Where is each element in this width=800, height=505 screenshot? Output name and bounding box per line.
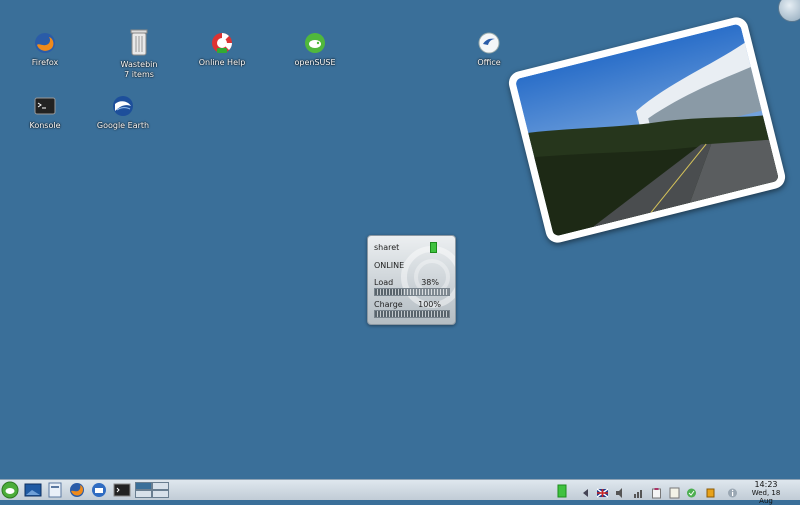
trash-icon xyxy=(127,27,151,57)
tray-expand-arrow-icon[interactable] xyxy=(580,484,591,497)
taskbar: 14:23 Wed, 18 Aug xyxy=(0,479,800,505)
firefox-icon xyxy=(33,31,57,55)
desktop-icon-opensuse[interactable]: openSUSE xyxy=(280,31,350,68)
show-desktop-icon[interactable] xyxy=(24,482,42,498)
kickoff-launcher-icon[interactable] xyxy=(1,481,19,499)
terminal-icon xyxy=(33,94,57,118)
info-icon[interactable] xyxy=(727,484,738,498)
desktop-icon-label: Office xyxy=(477,58,501,67)
desktop-icon-label: Firefox xyxy=(31,58,59,67)
desktop-icon-label: openSUSE xyxy=(294,58,336,67)
desktop-icon-online-help[interactable]: Online Help xyxy=(187,31,257,68)
desktop-toolbox-button[interactable] xyxy=(778,0,800,22)
clipboard-icon[interactable] xyxy=(651,484,662,499)
wastebin-item-count: 7 items xyxy=(124,70,154,79)
desktop-icon-label: Online Help xyxy=(198,58,246,67)
battery-tray-icon[interactable] xyxy=(557,483,567,498)
picture-frame-widget[interactable] xyxy=(506,14,788,246)
volume-icon[interactable] xyxy=(615,484,626,498)
load-row: Load 38% xyxy=(374,278,449,287)
desktop-icon-wastebin[interactable]: Wastebin 7 items xyxy=(104,27,174,80)
charge-label: Charge xyxy=(374,300,403,309)
konsole-launcher-icon[interactable] xyxy=(113,482,131,498)
load-gauge xyxy=(374,288,450,296)
desktop-icon-label: Konsole xyxy=(29,121,61,130)
charge-gauge-fill xyxy=(375,311,449,317)
keyboard-layout-flag-icon[interactable] xyxy=(596,484,609,498)
updater-icon[interactable] xyxy=(686,484,697,498)
digital-clock[interactable]: 14:23 Wed, 18 Aug xyxy=(744,481,788,505)
load-value: 38% xyxy=(421,278,439,287)
desktop-icon-firefox[interactable]: Firefox xyxy=(10,31,80,68)
battery-status: ONLINE xyxy=(374,261,405,270)
desktop-icon-konsole[interactable]: Konsole xyxy=(10,94,80,131)
landscape-photo xyxy=(514,23,780,237)
office-icon xyxy=(477,31,501,55)
charge-row: Charge 100% xyxy=(374,300,449,309)
thunderbird-launcher-icon[interactable] xyxy=(90,482,108,498)
desktop-icon-label: Wastebin xyxy=(120,60,158,69)
battery-name: sharet xyxy=(374,243,400,252)
load-label: Load xyxy=(374,278,394,287)
opensuse-icon xyxy=(303,31,327,55)
load-gauge-fill xyxy=(375,289,404,295)
charge-gauge xyxy=(374,310,450,318)
charge-value: 100% xyxy=(418,300,441,309)
google-earth-icon xyxy=(111,94,135,118)
package-kit-icon[interactable] xyxy=(705,484,716,498)
desktop-icon-google-earth[interactable]: Google Earth xyxy=(88,94,158,131)
clock-time: 14:23 xyxy=(754,480,778,489)
desktop-icon-label: Google Earth xyxy=(96,121,150,130)
firefox-launcher-icon[interactable] xyxy=(68,482,86,498)
file-manager-icon[interactable] xyxy=(46,482,64,498)
network-icon[interactable] xyxy=(633,484,644,498)
pager-widget[interactable] xyxy=(135,482,169,498)
lifebuoy-icon xyxy=(210,31,234,55)
battery-monitor-widget[interactable]: sharet ONLINE Load 38% Charge 100% xyxy=(367,235,456,325)
notes-icon[interactable] xyxy=(669,484,680,499)
clock-date: Wed, 18 Aug xyxy=(751,489,781,505)
desktop-icon-office[interactable]: Office xyxy=(454,31,524,68)
